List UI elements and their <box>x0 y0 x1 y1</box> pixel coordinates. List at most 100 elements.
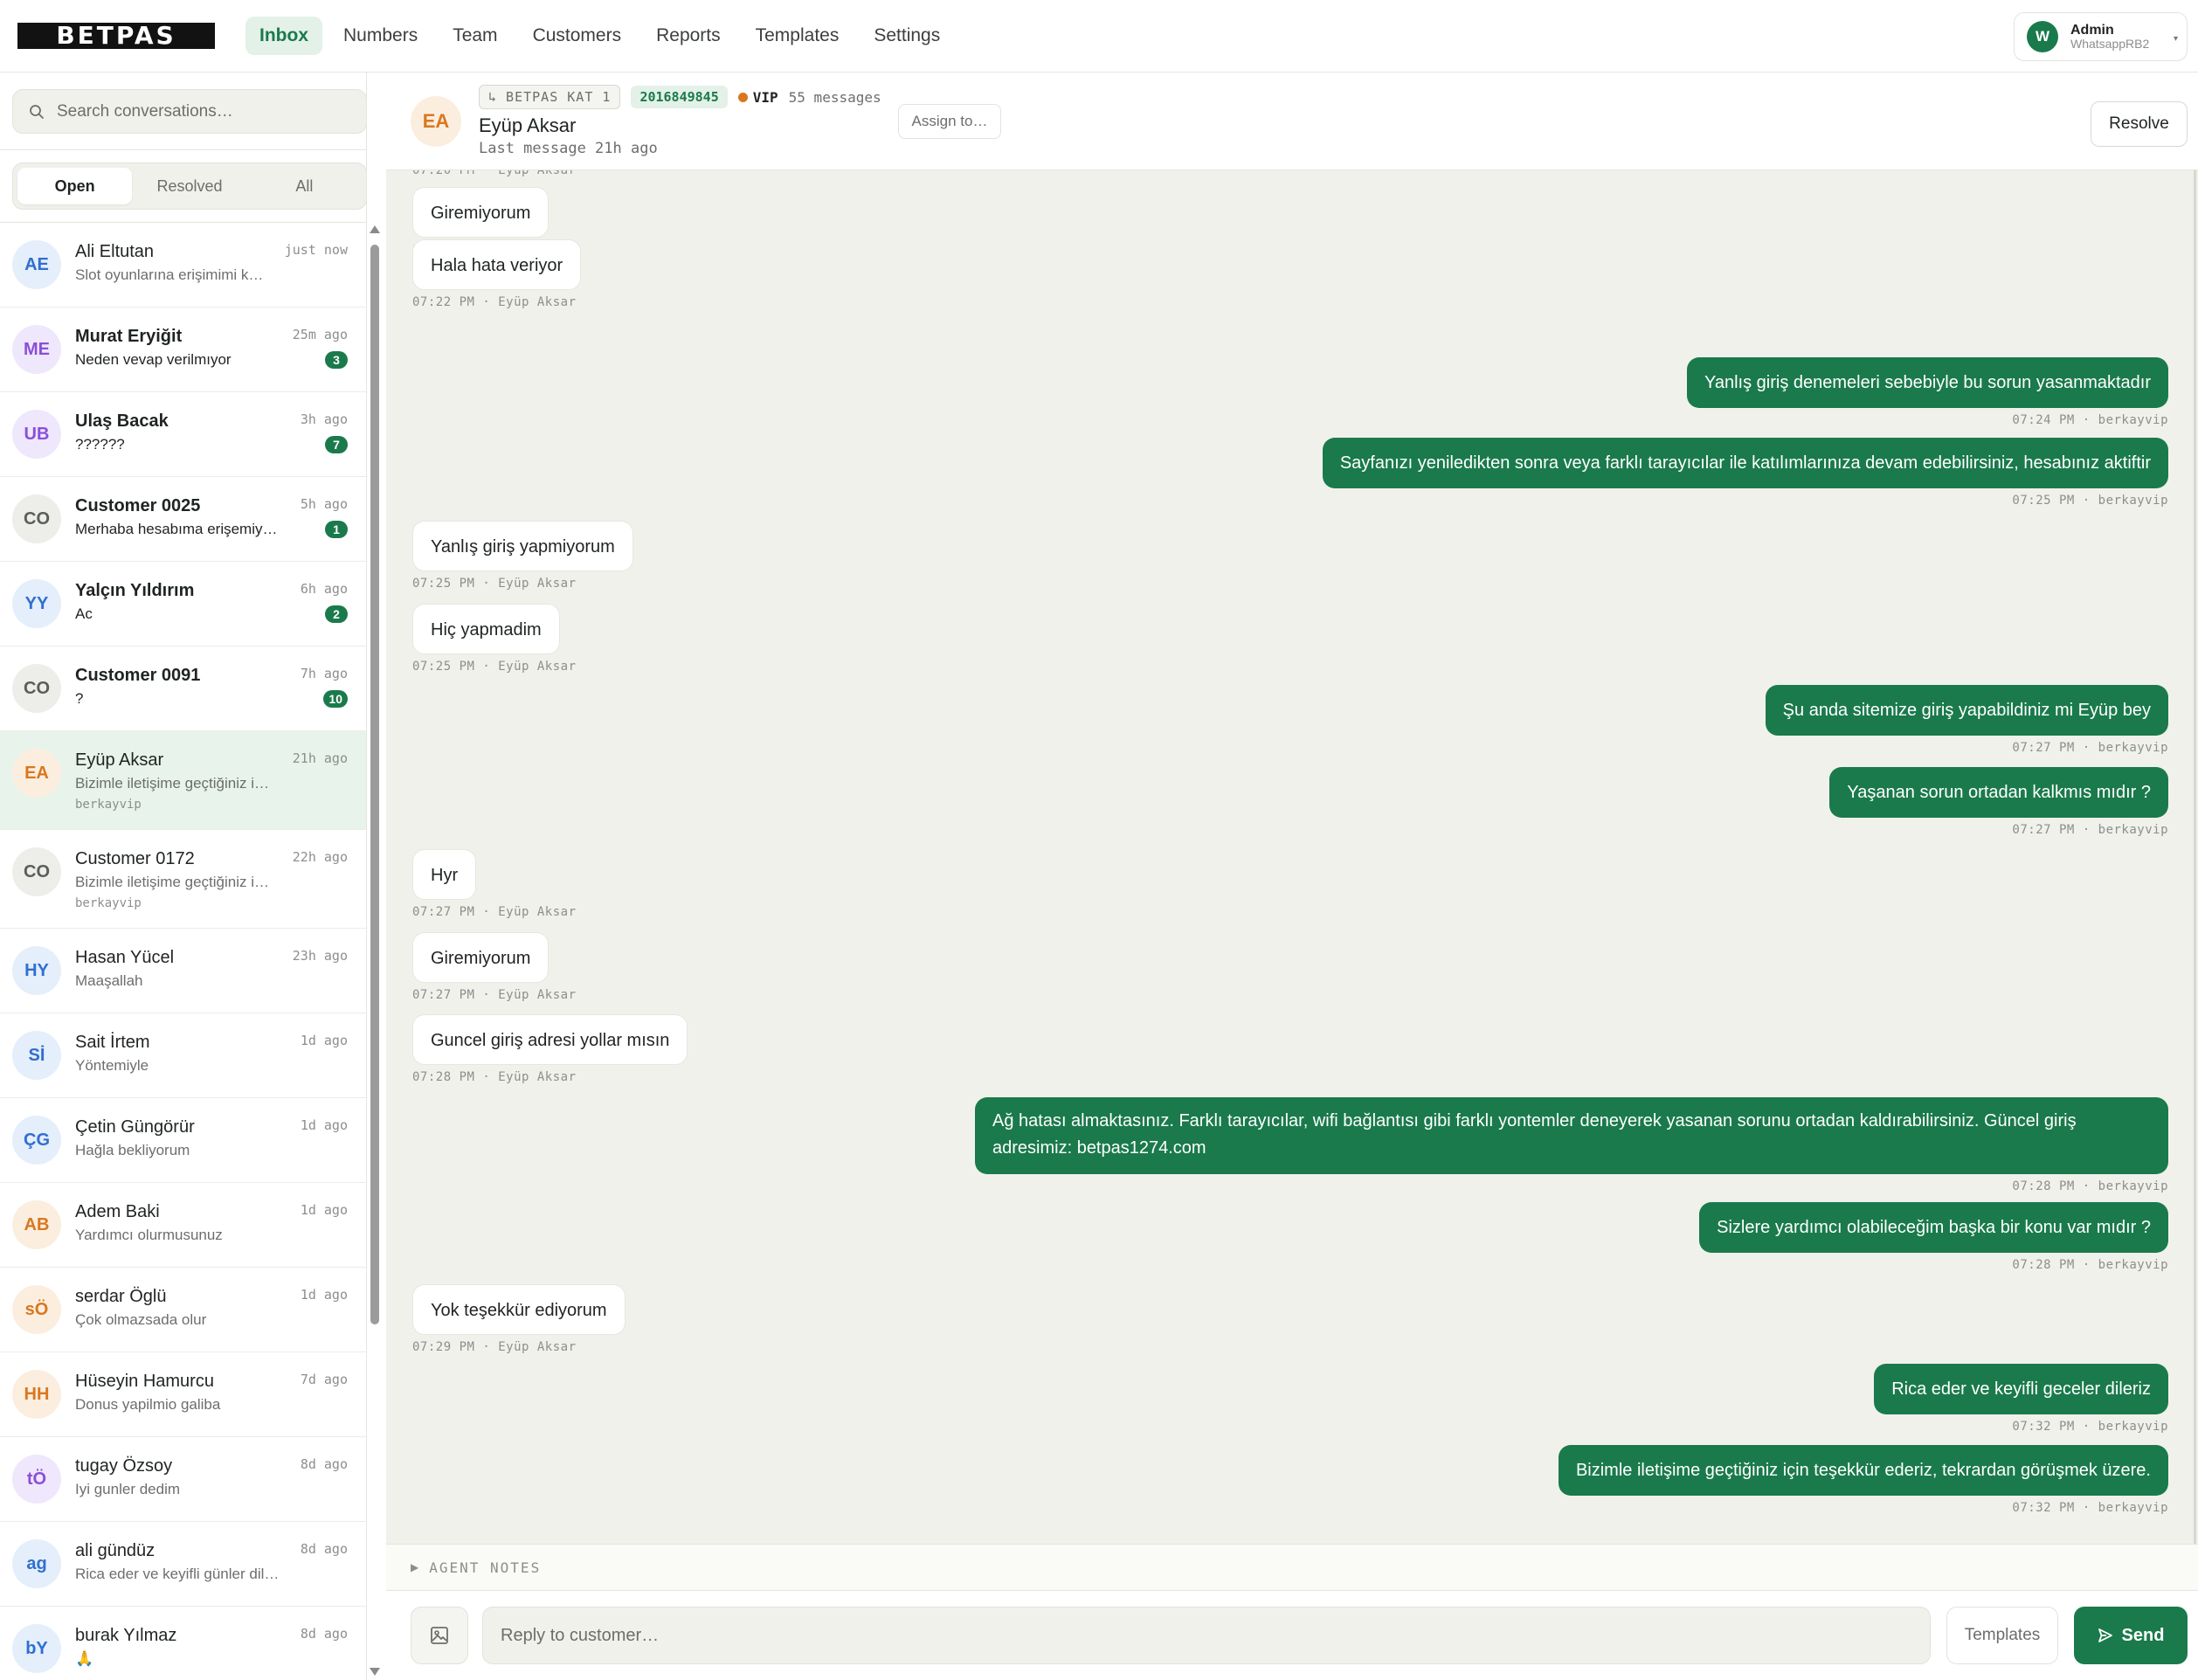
nav-customers[interactable]: Customers <box>519 17 636 55</box>
account-avatar: W <box>2027 21 2058 52</box>
conversation-item[interactable]: AE Ali Eltutan Slot oyunlarına erişimimi k… <box>0 223 366 308</box>
conversation-time: 3h ago <box>300 411 348 427</box>
contact-name: tugay Özsoy <box>75 1456 173 1476</box>
message-meta: 07:28 PM · Eyüp Aksar <box>412 1070 577 1084</box>
scroll-up-arrow-icon[interactable] <box>370 225 380 233</box>
outgoing-message: Yanlış giriş denemeleri sebebiyle bu sor… <box>1686 357 2168 427</box>
nav-settings[interactable]: Settings <box>860 17 954 55</box>
outgoing-message: Bizimle iletişime geçtiğiniz için teşekk… <box>1558 1445 2168 1515</box>
search-input[interactable] <box>57 101 336 121</box>
brand-logo[interactable]: BETPAS <box>17 23 215 49</box>
contact-avatar: Sİ <box>12 1031 61 1080</box>
attach-image-button[interactable] <box>411 1607 468 1664</box>
nav-reports[interactable]: Reports <box>642 17 735 55</box>
vip-badge: VIP <box>737 88 778 106</box>
chevron-down-icon: ▾ <box>2173 34 2178 44</box>
last-message-preview: Yöntemiyle <box>75 1057 149 1074</box>
conversation-item[interactable]: tÖ tugay Özsoy Iyi gunler dedim 8d ago <box>0 1437 366 1522</box>
outgoing-message: Ağ hatası almaktasınız. Farklı tarayıcıl… <box>975 1097 2168 1193</box>
contact-avatar: ME <box>12 325 61 374</box>
send-button[interactable]: Send <box>2074 1607 2188 1664</box>
message-meta: 07:29 PM · Eyüp Aksar <box>412 1340 577 1354</box>
contact-name: ali gündüz <box>75 1541 156 1560</box>
conversation-item[interactable]: bY burak Yılmaz 🙏 8d ago <box>0 1607 366 1680</box>
conversation-item[interactable]: HY Hasan Yücel Maaşallah 23h ago <box>0 929 366 1013</box>
assign-to-select[interactable]: Assign to… <box>898 104 1001 139</box>
conversation-time: 6h ago <box>300 581 348 597</box>
conversation-list-scrollbar[interactable] <box>369 225 381 1676</box>
message-meta: 07:25 PM · Eyüp Aksar <box>412 660 577 674</box>
conversation-item[interactable]: YY Yalçın Yıldırım Ac 6h ago 2 <box>0 562 366 646</box>
conversation-item[interactable]: ag ali gündüz Rica eder ve keyifli günler … <box>0 1522 366 1607</box>
conversation-time: 22h ago <box>292 849 348 865</box>
account-name: Admin <box>2070 22 2114 38</box>
nav-numbers[interactable]: Numbers <box>329 17 432 55</box>
contact-name: Yalçın Yıldırım <box>75 581 195 600</box>
templates-button[interactable]: Templates <box>1946 1607 2058 1664</box>
message-meta: 07:27 PM · berkayvip <box>2012 823 2168 837</box>
conversation-item[interactable]: AB Adem Baki Yardımcı olurmusunuz 1d ago <box>0 1183 366 1268</box>
contact-avatar: UB <box>12 410 61 459</box>
outgoing-message: Rica eder ve keyifli geceler dileriz 07:3… <box>1874 1364 2168 1434</box>
conversation-time: 23h ago <box>292 948 348 964</box>
unread-count-badge: 3 <box>325 351 348 369</box>
search-box[interactable] <box>12 89 366 134</box>
message-meta: 07:28 PM · berkayvip <box>2012 1258 2168 1272</box>
filter-open[interactable]: Open <box>17 168 133 204</box>
contact-name: serdar Öglü <box>75 1287 167 1306</box>
message-bubble: Bizimle iletişime geçtiğiniz için teşekk… <box>1558 1445 2168 1496</box>
conversation-item[interactable]: HH Hüseyin Hamurcu Donus yapilmio galiba 7d… <box>0 1352 366 1437</box>
conversation-item[interactable]: UB Ulaş Bacak?????? 3h ago 7 <box>0 392 366 477</box>
conversation-item[interactable]: sÖ serdar Öglü Çok olmazsada olur 1d ago <box>0 1268 366 1352</box>
last-message-preview: Bizimle iletişime geçtiğiniz i… <box>75 874 270 890</box>
conversation-time: 1d ago <box>300 1117 348 1133</box>
agent-notes-toggle[interactable]: ▶ AGENT NOTES <box>386 1544 2198 1591</box>
account-workspace: WhatsappRB2 <box>2070 37 2150 52</box>
conversation-time: 8d ago <box>300 1626 348 1642</box>
conversation-item[interactable]: CO Customer 0172 Bizimle iletişime geçtiği… <box>0 830 366 929</box>
last-message-preview: ?????? <box>75 436 125 453</box>
message-bubble: Giremiyorum <box>412 187 550 238</box>
last-message-preview: ? <box>75 690 84 707</box>
message-bubble: Sizlere yardımcı olabileceğim başka bir … <box>1699 1202 2168 1253</box>
conversation-item[interactable]: Sİ Sait İrtem Yöntemiyle 1d ago <box>0 1013 366 1098</box>
conversation-item[interactable]: CO Customer 0025 Merhaba hesabıma erişemiy… <box>0 477 366 562</box>
message-bubble: Yok teşekkür ediyorum <box>412 1284 626 1335</box>
chat-header: EA ↳ BETPAS KAT 1 2016849845 VIP 55 mess… <box>386 73 2198 170</box>
message-bubble: Hiç yapmadim <box>412 604 560 654</box>
message-bubble: Rica eder ve keyifli geceler dileriz <box>1874 1364 2168 1414</box>
resolve-button[interactable]: Resolve <box>2091 101 2188 147</box>
last-message-preview: Yardımcı olurmusunuz <box>75 1227 223 1243</box>
nav-templates[interactable]: Templates <box>742 17 854 55</box>
last-message-preview: Neden vevap verilmıyor <box>75 351 232 368</box>
account-menu[interactable]: W Admin WhatsappRB2 ▾ <box>2014 12 2188 61</box>
message-thread-scrollbar[interactable] <box>2192 170 2198 1544</box>
nav-team[interactable]: Team <box>439 17 511 55</box>
outgoing-message: Şu anda sitemize giriş yapabildiniz mi E… <box>1765 685 2168 755</box>
message-meta: 07:28 PM · berkayvip <box>2012 1179 2168 1193</box>
filter-all[interactable]: All <box>247 168 362 204</box>
message-meta: 07:24 PM · berkayvip <box>2012 413 2168 427</box>
message-thread[interactable]: 07:20 PM · Eyüp Aksar Giremiyorum07:21 P… <box>386 170 2198 1544</box>
contact-avatar: ag <box>12 1539 61 1588</box>
conversation-item[interactable]: EA Eyüp Aksar Bizimle iletişime geçtiğiniz… <box>0 731 366 830</box>
last-message-preview: Çok olmazsada olur <box>75 1311 207 1328</box>
conversation-item[interactable]: CO Customer 0091? 7h ago 10 <box>0 646 366 731</box>
conversation-list: AE Ali Eltutan Slot oyunlarına erişimimi k… <box>0 223 366 1680</box>
phone-number-badge: 2016849845 <box>631 86 728 108</box>
reply-input[interactable] <box>483 1607 1930 1663</box>
last-message-preview: Maaşallah <box>75 972 143 989</box>
scroll-down-arrow-icon[interactable] <box>370 1668 380 1676</box>
filter-resolved[interactable]: Resolved <box>132 168 246 204</box>
conversation-item[interactable]: ME Murat Eryiğit Neden vevap verilmıyor 25m… <box>0 308 366 392</box>
conversation-item[interactable]: ÇG Çetin Güngörür Hağla bekliyorum 1d ago <box>0 1098 366 1183</box>
contact-name: Çetin Güngörür <box>75 1117 195 1137</box>
message-meta: 07:32 PM · berkayvip <box>2012 1501 2168 1515</box>
reply-field[interactable] <box>482 1607 1931 1664</box>
nav-inbox[interactable]: Inbox <box>245 17 322 55</box>
vip-label: VIP <box>752 88 778 106</box>
unread-count-badge: 2 <box>325 605 348 623</box>
contact-avatar: AE <box>12 240 61 289</box>
main-nav: Inbox Numbers Team Customers Reports Tem… <box>245 17 954 55</box>
scrollbar-thumb[interactable] <box>370 245 379 1324</box>
